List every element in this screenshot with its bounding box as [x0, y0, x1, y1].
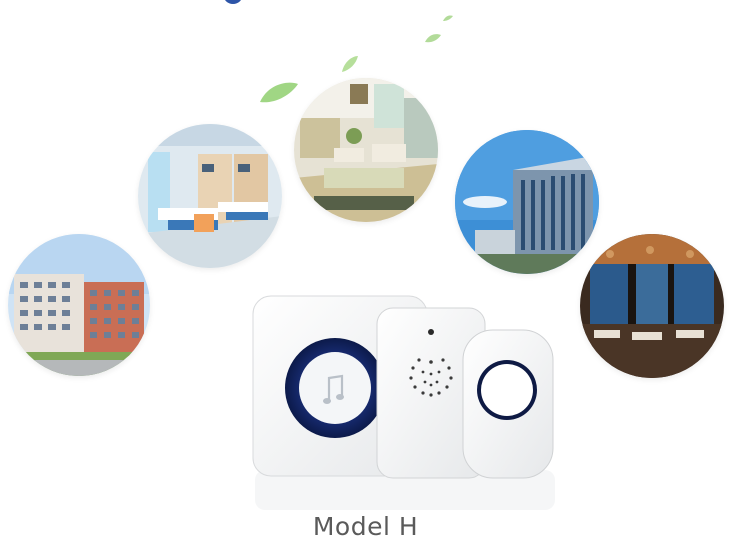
leaf-decoration: [258, 80, 300, 106]
hospital-ward-photo: [138, 124, 282, 268]
leaf-decoration: [424, 32, 442, 44]
blue-dot-decoration: [222, 0, 244, 6]
leaf-decoration: [442, 14, 454, 22]
leaf-decoration: [340, 54, 360, 74]
apartment-building-photo: [8, 234, 150, 376]
hotel-lounge-photo: [294, 78, 438, 222]
model-caption: Model H: [312, 512, 419, 541]
office-tower-photo: [455, 130, 599, 274]
doorbell-product: [245, 290, 565, 520]
product-illustration: Model H: [0, 0, 731, 545]
restaurant-interior-photo: [580, 234, 724, 378]
